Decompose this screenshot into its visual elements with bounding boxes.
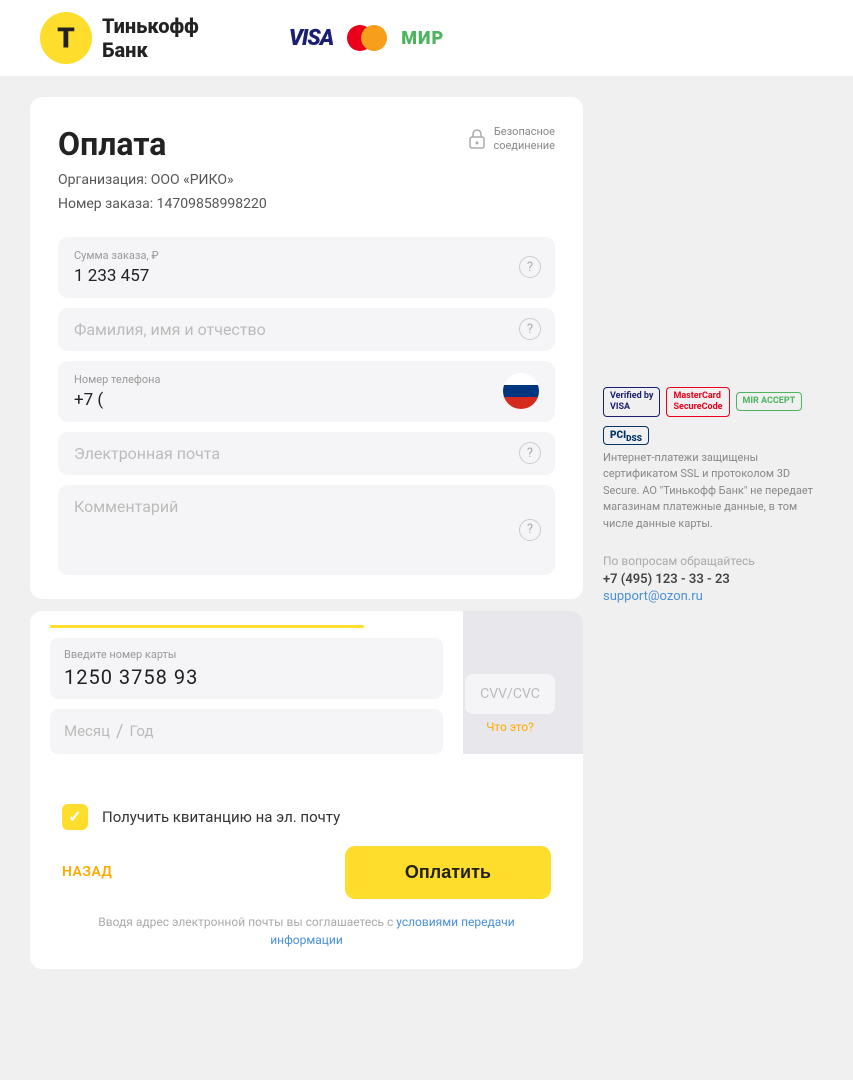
- security-badges: Verified byVISA MasterCardSecureCode MIR…: [603, 387, 823, 417]
- payment-brands: VISA МИР: [289, 25, 444, 51]
- phone-field[interactable]: Номер телефона +7 (: [58, 361, 555, 422]
- name-help-icon[interactable]: ?: [519, 318, 541, 340]
- amount-label: Сумма заказа, ₽: [74, 249, 539, 262]
- year-placeholder: Год: [129, 722, 153, 740]
- main-content: Оплата Организация: ООО «РИКО» Номер зак…: [0, 77, 853, 1001]
- email-help-icon[interactable]: ?: [519, 442, 541, 464]
- phone-label: Номер телефона: [74, 373, 161, 386]
- left-panel: Оплата Организация: ООО «РИКО» Номер зак…: [30, 97, 583, 981]
- checkmark-icon: ✓: [68, 807, 81, 826]
- card-number-value: 1250 3758 93: [64, 665, 198, 689]
- amount-value: 1 233 457: [74, 266, 149, 286]
- org-info: Организация: ООО «РИКО» Номер заказа: 14…: [58, 169, 267, 217]
- comment-placeholder: Комментарий: [74, 497, 178, 516]
- security-description: Интернет-платежи защищены сертификатом S…: [603, 450, 823, 533]
- form-card: Оплата Организация: ООО «РИКО» Номер зак…: [30, 97, 583, 599]
- amount-field[interactable]: Сумма заказа, ₽ 1 233 457 ?: [58, 237, 555, 298]
- mastercard-logo: [347, 25, 387, 51]
- receipt-pay-area: ✓ Получить квитанцию на эл. почту НАЗАД …: [30, 754, 583, 953]
- mir-accept-badge: MIR ACCEPT: [736, 392, 803, 411]
- verified-visa-badge: Verified byVISA: [603, 387, 660, 417]
- receipt-checkbox[interactable]: ✓: [62, 804, 88, 830]
- receipt-label: Получить квитанцию на эл. почту: [102, 808, 340, 826]
- lock-icon: [467, 128, 487, 150]
- contact-phone: +7 (495) 123 - 33 - 23: [603, 572, 823, 587]
- phone-value: +7 (: [74, 390, 161, 410]
- email-placeholder: Электронная почта: [74, 444, 220, 463]
- card-section: Введите номер карты 1250 3758 93 Месяц /…: [30, 611, 583, 969]
- cvv-hint[interactable]: Что это?: [465, 720, 555, 734]
- right-panel: Verified byVISA MasterCardSecureCode MIR…: [603, 97, 823, 981]
- pci-dss-badge: PCIDSS: [603, 423, 823, 444]
- bank-name: Тинькофф Банк: [102, 14, 199, 62]
- header: Т Тинькофф Банк VISA МИР: [0, 0, 853, 77]
- comment-field[interactable]: Комментарий ?: [58, 485, 555, 575]
- mastercard-secure-badge: MasterCardSecureCode: [666, 387, 729, 417]
- cvv-container: CVV/CVC Что это?: [465, 674, 555, 734]
- month-placeholder: Месяц: [64, 722, 110, 740]
- card-tab-active[interactable]: Введите номер карты 1250 3758 93 Месяц /…: [30, 611, 463, 754]
- receipt-row: ✓ Получить квитанцию на эл. почту: [58, 804, 555, 830]
- bank-logo: Т Тинькофф Банк: [40, 12, 199, 64]
- page-title: Оплата: [58, 125, 267, 163]
- cvv-field[interactable]: CVV/CVC: [465, 674, 555, 714]
- cvv-label: CVV/CVC: [475, 686, 545, 702]
- mir-logo: МИР: [401, 28, 444, 49]
- card-number-label: Введите номер карты: [64, 648, 429, 661]
- phone-content: Номер телефона +7 (: [74, 373, 161, 410]
- security-logos: Verified byVISA MasterCardSecureCode MIR…: [603, 387, 823, 532]
- tinkoff-logo-icon: Т: [40, 12, 92, 64]
- back-button[interactable]: НАЗАД: [62, 864, 112, 880]
- expiry-field[interactable]: Месяц / Год: [50, 709, 443, 754]
- name-field[interactable]: Фамилия, имя и отчество ?: [58, 308, 555, 351]
- card-number-group[interactable]: Введите номер карты 1250 3758 93: [50, 638, 443, 699]
- contact-email[interactable]: support@ozon.ru: [603, 589, 823, 604]
- visa-logo: VISA: [289, 26, 333, 51]
- name-placeholder: Фамилия, имя и отчество: [74, 320, 266, 339]
- contact-label: По вопросам обращайтесь: [603, 554, 823, 568]
- expiry-cvv-row: Месяц / Год: [50, 709, 443, 754]
- terms-text: Вводя адрес электронной почты вы соглаша…: [58, 913, 555, 953]
- contact-section: По вопросам обращайтесь +7 (495) 123 - 3…: [603, 554, 823, 604]
- email-field[interactable]: Электронная почта ?: [58, 432, 555, 475]
- russia-flag-icon[interactable]: [503, 373, 539, 409]
- comment-help-icon[interactable]: ?: [519, 519, 541, 541]
- svg-text:Т: Т: [57, 21, 75, 54]
- action-row: НАЗАД Оплатить: [58, 846, 555, 899]
- amount-help-icon[interactable]: ?: [519, 256, 541, 278]
- pay-button[interactable]: Оплатить: [345, 846, 551, 899]
- secure-text: Безопасноесоединение: [493, 125, 555, 154]
- form-fields: Сумма заказа, ₽ 1 233 457 ? Фамилия, имя…: [58, 237, 555, 575]
- secure-badge: Безопасноесоединение: [467, 125, 555, 154]
